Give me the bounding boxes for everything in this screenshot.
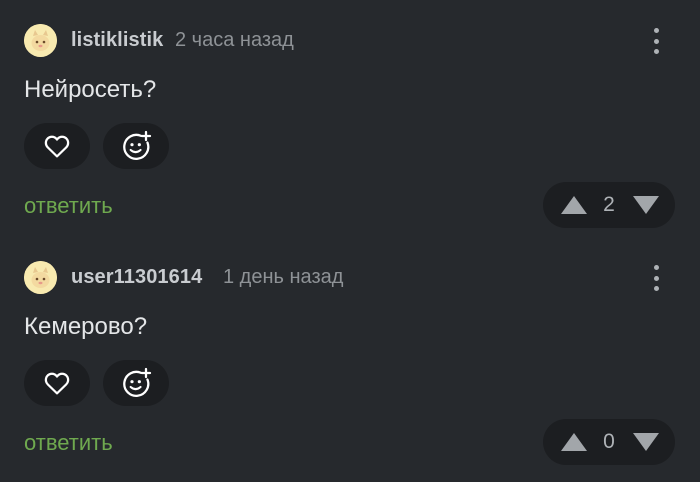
upvote-icon[interactable] xyxy=(559,194,589,216)
downvote-icon[interactable] xyxy=(631,431,661,453)
rating-count: 2 xyxy=(603,193,615,216)
cat-face-icon xyxy=(24,24,57,57)
vote-control: 2 xyxy=(543,182,675,228)
more-vertical-icon[interactable] xyxy=(644,263,668,293)
rating-count: 0 xyxy=(603,430,615,453)
comment-item: listiklistik 2 часа назад Нейросеть? отв… xyxy=(0,0,700,236)
more-vertical-icon[interactable] xyxy=(644,26,668,56)
username[interactable]: listiklistik xyxy=(71,29,163,52)
vote-control: 0 xyxy=(543,419,675,465)
cat-face-icon xyxy=(24,261,57,294)
username[interactable]: user11301614 xyxy=(71,266,202,289)
heart-icon xyxy=(44,372,70,395)
add-emoji-icon xyxy=(123,130,152,160)
timestamp: 1 день назад xyxy=(223,266,344,288)
heart-icon xyxy=(44,135,70,158)
add-reaction-button[interactable] xyxy=(103,360,169,406)
downvote-icon[interactable] xyxy=(631,194,661,216)
dot xyxy=(653,275,659,281)
like-button[interactable] xyxy=(24,123,90,169)
comment-text: Нейросеть? xyxy=(24,76,157,103)
avatar[interactable] xyxy=(24,24,57,57)
comment-text: Кемерово? xyxy=(24,313,148,340)
upvote-icon[interactable] xyxy=(559,431,589,453)
reply-link[interactable]: ответить xyxy=(24,430,113,456)
comment-item: user11301614 1 день назад Кемерово? отве… xyxy=(0,237,700,473)
add-emoji-icon xyxy=(123,367,152,397)
avatar[interactable] xyxy=(24,261,57,294)
like-button[interactable] xyxy=(24,360,90,406)
dot xyxy=(653,38,659,44)
timestamp: 2 часа назад xyxy=(175,29,294,51)
dot xyxy=(653,265,659,270)
dot xyxy=(653,28,659,33)
dot xyxy=(653,49,659,54)
add-reaction-button[interactable] xyxy=(103,123,169,169)
reply-link[interactable]: ответить xyxy=(24,193,113,219)
dot xyxy=(653,286,659,291)
